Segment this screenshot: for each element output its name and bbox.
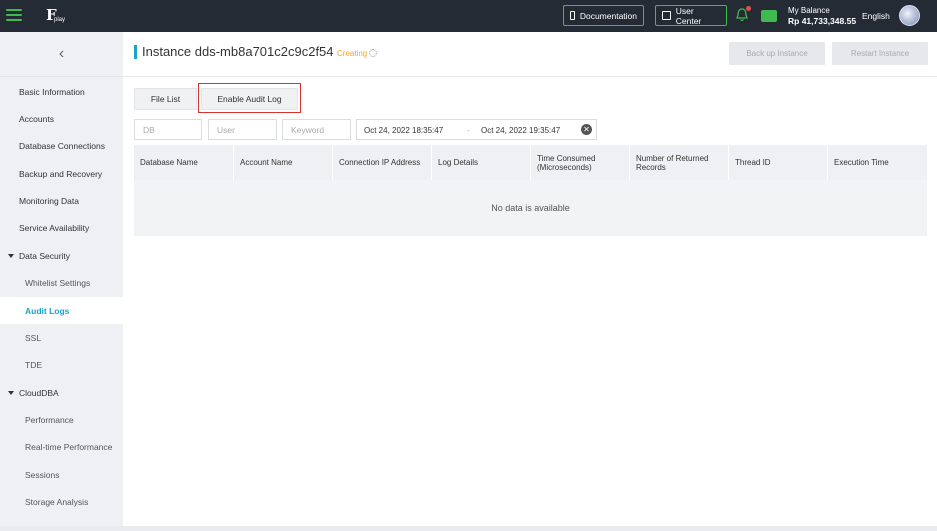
sidebar-group-label: CloudDBA bbox=[19, 387, 59, 398]
sidebar-item-basic-information[interactable]: Basic Information bbox=[0, 78, 123, 105]
column-account-name: Account Name bbox=[233, 145, 332, 180]
end-time[interactable]: Oct 24, 2022 19:35:47 bbox=[481, 126, 560, 135]
column-thread-id: Thread ID bbox=[728, 145, 827, 180]
empty-state-text: No data is available bbox=[491, 203, 570, 213]
keyword-filter-input[interactable]: Keyword bbox=[282, 119, 351, 140]
column-log-details: Log Details bbox=[431, 145, 530, 180]
notification-bell-icon[interactable] bbox=[736, 6, 751, 22]
tab-file-list[interactable]: File List bbox=[134, 88, 197, 110]
documentation-button[interactable]: Documentation bbox=[563, 5, 644, 26]
sidebar-item-ssl[interactable]: SSL bbox=[0, 324, 123, 351]
sidebar: ‹ Basic Information Accounts Database Co… bbox=[0, 32, 123, 531]
chevron-left-icon: ‹ bbox=[58, 45, 65, 62]
wallet-icon[interactable] bbox=[761, 10, 777, 22]
sidebar-item-sessions[interactable]: Sessions bbox=[0, 461, 123, 488]
menu-icon[interactable] bbox=[6, 8, 22, 22]
instance-header: Instance dds-mb8a701c2c9c2f54 Creating B… bbox=[123, 32, 937, 77]
balance-label: My Balance bbox=[788, 6, 830, 15]
sidebar-item-real-time-performance[interactable]: Real-time Performance bbox=[0, 433, 123, 460]
db-filter-input[interactable]: DB bbox=[134, 119, 202, 140]
sidebar-item-database-connections[interactable]: Database Connections bbox=[0, 132, 123, 159]
loading-spinner-icon bbox=[369, 49, 378, 57]
sidebar-item-accounts[interactable]: Accounts bbox=[0, 105, 123, 132]
column-database-name: Database Name bbox=[140, 158, 198, 167]
sidebar-group-label: Data Security bbox=[19, 250, 71, 261]
restart-instance-button[interactable]: Restart Instance bbox=[832, 42, 928, 65]
column-returned-records: Number of Returned Records bbox=[629, 145, 728, 180]
top-navigation-bar: Fplay Documentation User Center My Balan… bbox=[0, 0, 937, 32]
column-execution-time: Execution Time bbox=[827, 145, 927, 180]
user-center-label: User Center bbox=[675, 5, 702, 26]
notification-dot bbox=[746, 6, 751, 11]
sidebar-item-service-availability[interactable]: Service Availability bbox=[0, 214, 123, 241]
bottom-divider bbox=[0, 526, 937, 531]
page-title: Instance dds-mb8a701c2c9c2f54 bbox=[142, 44, 334, 59]
sidebar-item-audit-logs[interactable]: Audit Logs bbox=[0, 297, 123, 324]
status-text: Creating bbox=[337, 49, 368, 58]
logo[interactable]: Fplay bbox=[46, 6, 72, 26]
table-header: Database Name Account Name Connection IP… bbox=[134, 145, 927, 180]
sidebar-item-performance[interactable]: Performance bbox=[0, 406, 123, 433]
caret-down-icon bbox=[8, 253, 14, 258]
sidebar-group-clouddba[interactable]: CloudDBA bbox=[0, 379, 123, 406]
back-button[interactable]: ‹ bbox=[0, 32, 123, 77]
balance-value: Rp 41,733,348.55 bbox=[788, 16, 857, 26]
status-badge: Creating bbox=[337, 49, 378, 58]
column-time-consumed: Time Consumed (Microseconds) bbox=[530, 145, 629, 180]
logo-text: play bbox=[54, 17, 66, 23]
sidebar-group-data-security[interactable]: Data Security bbox=[0, 242, 123, 269]
time-range-picker[interactable]: Oct 24, 2022 18:35:47 - Oct 24, 2022 19:… bbox=[356, 119, 597, 140]
audit-log-table: Database Name Account Name Connection IP… bbox=[134, 145, 927, 236]
column-connection-ip-address: Connection IP Address bbox=[332, 145, 431, 180]
title-accent-bar bbox=[134, 45, 137, 59]
avatar[interactable] bbox=[899, 5, 920, 26]
sidebar-item-storage-analysis[interactable]: Storage Analysis bbox=[0, 488, 123, 515]
document-icon bbox=[570, 11, 575, 20]
balance-display[interactable]: My Balance Rp 41,733,348.55 bbox=[788, 5, 856, 27]
sidebar-item-tde[interactable]: TDE bbox=[0, 351, 123, 378]
monitor-icon bbox=[662, 11, 671, 20]
user-center-button[interactable]: User Center bbox=[655, 5, 727, 26]
documentation-label: Documentation bbox=[579, 10, 637, 21]
clear-icon[interactable]: ✕ bbox=[581, 124, 592, 135]
range-separator: - bbox=[467, 126, 470, 135]
caret-down-icon bbox=[8, 390, 14, 395]
back-up-instance-button[interactable]: Back up Instance bbox=[729, 42, 825, 65]
language-selector[interactable]: English bbox=[862, 11, 890, 21]
start-time[interactable]: Oct 24, 2022 18:35:47 bbox=[364, 126, 443, 135]
highlight-annotation bbox=[198, 83, 301, 113]
user-filter-input[interactable]: User bbox=[208, 119, 277, 140]
sidebar-item-backup-and-recovery[interactable]: Backup and Recovery bbox=[0, 160, 123, 187]
sidebar-item-monitoring-data[interactable]: Monitoring Data bbox=[0, 187, 123, 214]
sidebar-item-whitelist-settings[interactable]: Whitelist Settings bbox=[0, 269, 123, 296]
